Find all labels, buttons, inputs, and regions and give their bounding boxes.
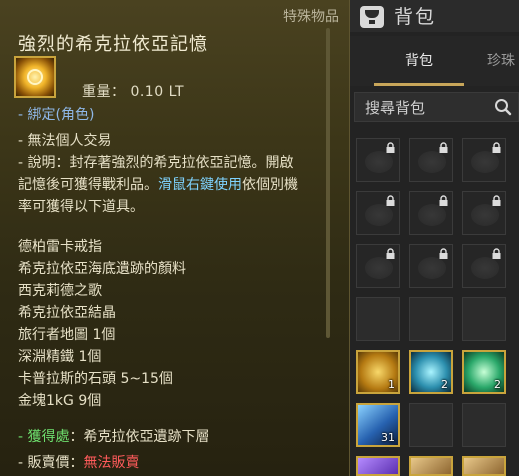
reward-item: 旅行者地圖 1個 xyxy=(18,327,116,343)
locked-slot[interactable] xyxy=(462,244,506,288)
lock-icon xyxy=(439,248,448,259)
reward-item: 德柏雷卡戒指 xyxy=(18,239,102,255)
reward-item: 希克拉依亞結晶 xyxy=(18,305,116,321)
tan-item-slot[interactable] xyxy=(409,456,453,476)
empty-slot[interactable] xyxy=(462,403,506,447)
sell-value: 無法販賣 xyxy=(83,455,140,471)
description-line-1: - 說明：封存著強烈的希克拉依亞記憶。開啟 xyxy=(18,155,294,171)
inventory-header: 背包 xyxy=(350,0,519,32)
empty-slot[interactable] xyxy=(356,297,400,341)
inventory-search[interactable]: 搜尋背包 xyxy=(354,92,519,122)
bind-status: - 綁定(角色) xyxy=(18,107,95,123)
lock-icon xyxy=(386,195,395,206)
lock-icon xyxy=(492,142,501,153)
right-click-hint: 滑鼠右鍵使用 xyxy=(158,177,242,193)
empty-slot[interactable] xyxy=(409,297,453,341)
sell-price: - 販賣價：無法販賣 xyxy=(18,452,140,474)
lock-icon xyxy=(386,248,395,259)
lock-icon xyxy=(439,195,448,206)
tooltip-scrollbar[interactable] xyxy=(326,28,330,338)
locked-slot[interactable] xyxy=(356,191,400,235)
reward-item: 深淵精鐵 1個 xyxy=(18,349,102,365)
lock-icon xyxy=(492,248,501,259)
obtain-label: 獲得處 xyxy=(27,429,70,445)
trade-restriction: - 無法個人交易 xyxy=(18,133,112,149)
item-count: 31 xyxy=(381,431,395,444)
item-count: 2 xyxy=(494,378,501,391)
memory-green-item-slot[interactable]: 2 xyxy=(462,350,506,394)
inventory-title: 背包 xyxy=(394,6,437,28)
reward-item: 卡普拉斯的石頭 5~15個 xyxy=(18,371,173,387)
bag-icon xyxy=(360,6,384,28)
reward-item: 西克莉德之歌 xyxy=(18,283,102,299)
lock-icon xyxy=(492,195,501,206)
item-tooltip: 特殊物品 強烈的希克拉依亞記憶 重量： 0.10 LT - 綁定(角色) - 無… xyxy=(0,0,350,476)
locked-slot[interactable] xyxy=(462,191,506,235)
memory-cyan-item-slot[interactable]: 2 xyxy=(409,350,453,394)
empty-slot[interactable] xyxy=(409,403,453,447)
tab-pearl[interactable]: 珍珠 xyxy=(476,36,519,86)
obtain-location: - 獲得處：希克拉依亞遺跡下層 xyxy=(18,429,210,445)
locked-slot[interactable] xyxy=(356,244,400,288)
description-line-3: 率可獲得以下道具。 xyxy=(18,199,144,215)
empty-slot[interactable] xyxy=(462,297,506,341)
item-name: 強烈的希克拉依亞記憶 xyxy=(18,34,208,55)
memory-gold-item-slot[interactable]: 1 xyxy=(356,350,400,394)
blue-stone-item-slot[interactable]: 31 xyxy=(356,403,400,447)
description-line-2: 記憶後可獲得戰利品。滑鼠右鍵使用依個別機 xyxy=(18,177,298,193)
reward-item: 金塊1kG 9個 xyxy=(18,393,102,409)
purple-item-slot[interactable] xyxy=(356,456,400,476)
tab-bag[interactable]: 背包 xyxy=(374,36,464,86)
locked-slot[interactable] xyxy=(356,138,400,182)
locked-slot[interactable] xyxy=(409,191,453,235)
locked-slot[interactable] xyxy=(409,138,453,182)
locked-slot[interactable] xyxy=(462,138,506,182)
item-weight: 重量： 0.10 LT xyxy=(82,84,184,100)
reward-item: 希克拉依亞海底遺跡的顏料 xyxy=(18,261,186,277)
inventory-panel: 背包 背包 珍珠 搜尋背包 1 2 2 31 xyxy=(350,0,519,476)
search-input[interactable]: 搜尋背包 xyxy=(365,97,425,118)
locked-slot[interactable] xyxy=(409,244,453,288)
item-count: 2 xyxy=(441,378,448,391)
search-icon[interactable] xyxy=(494,98,512,116)
tan-item-slot[interactable] xyxy=(462,456,506,476)
lock-icon xyxy=(439,142,448,153)
lock-icon xyxy=(386,142,395,153)
item-count: 1 xyxy=(388,378,395,391)
memory-orb-icon xyxy=(14,56,56,98)
item-category: 特殊物品 xyxy=(283,9,339,25)
obtain-value: ：希克拉依亞遺跡下層 xyxy=(69,429,210,445)
sell-label: - 販賣價： xyxy=(18,455,84,471)
inventory-tabs: 背包 珍珠 xyxy=(350,36,519,86)
